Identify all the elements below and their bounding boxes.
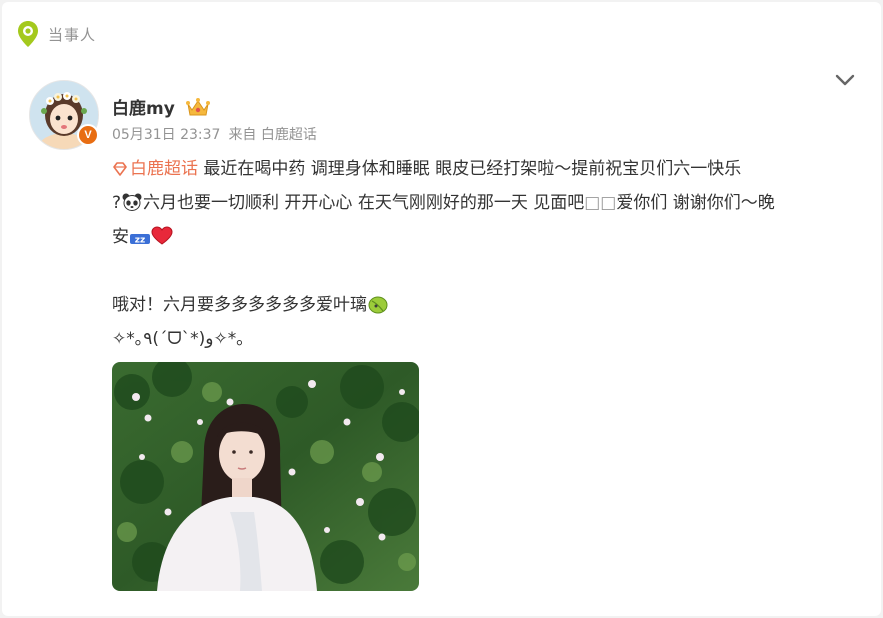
sleeping-zzz-icon: zz bbox=[130, 234, 150, 246]
content-line-2: ? 六月也要一切顺利 开开心心 在天气刚刚好的那一天 见面吧□□爱你们 谢谢你们～… bbox=[112, 186, 860, 220]
post-timestamp[interactable]: 05月31日 23:37 bbox=[112, 127, 220, 143]
content-line-1: 白鹿超话 最近在喝中药 调理身体和睡眠 眼皮已经打架啦～提前祝宝贝们六一快乐 bbox=[112, 152, 860, 186]
username-row: 白鹿my bbox=[112, 94, 211, 119]
line5-text: 哦对！六月要多多多多多多爱叶璃 bbox=[112, 295, 367, 315]
post-content: 白鹿超话 最近在喝中药 调理身体和睡眠 眼皮已经打架啦～提前祝宝贝们六一快乐 ?… bbox=[112, 152, 860, 356]
line2-text: 六月也要一切顺利 开开心心 在天气刚刚好的那一天 见面吧 bbox=[143, 193, 585, 213]
content-line-3: 安 zz bbox=[112, 220, 860, 254]
line2-missing-glyphs: □□ bbox=[584, 193, 617, 213]
diamond-topic-icon bbox=[113, 162, 127, 176]
svg-text:zz: zz bbox=[135, 236, 145, 246]
topic-link[interactable]: 白鹿超话 bbox=[112, 159, 198, 179]
crown-vip-icon[interactable] bbox=[185, 96, 211, 118]
line2-suffix: 爱你们 谢谢你们～晚 bbox=[616, 193, 775, 213]
content-line-5: 哦对！六月要多多多多多多爱叶璃 bbox=[112, 288, 860, 322]
location-pin-icon bbox=[18, 21, 38, 47]
line6-text: ✧*｡٩(ˊᗜˋ*)و✧*｡ bbox=[112, 329, 245, 349]
line2-prefix: ? bbox=[112, 193, 122, 213]
chevron-down-icon[interactable] bbox=[834, 72, 856, 88]
red-heart-icon bbox=[151, 226, 173, 245]
username[interactable]: 白鹿my bbox=[112, 94, 175, 119]
lime-leaf-icon bbox=[368, 296, 388, 314]
post-header: 当事人 bbox=[16, 19, 96, 49]
line3-text: 安 bbox=[112, 227, 129, 247]
weibo-post-card: 当事人 V 白鹿my 05月31日 23:37 来自 白鹿超话 白鹿超话 最近在… bbox=[2, 2, 881, 616]
content-line-6: ✧*｡٩(ˊᗜˋ*)و✧*｡ bbox=[112, 322, 860, 356]
photo-image bbox=[112, 362, 419, 591]
post-meta: 05月31日 23:37 来自 白鹿超话 bbox=[112, 124, 317, 144]
post-photo[interactable] bbox=[112, 362, 419, 591]
topic-label: 白鹿超话 bbox=[130, 159, 198, 179]
content-blank-line bbox=[112, 254, 860, 288]
line1-text: 最近在喝中药 调理身体和睡眠 眼皮已经打架啦～提前祝宝贝们六一快乐 bbox=[198, 159, 742, 179]
avatar[interactable]: V bbox=[29, 80, 99, 150]
header-label: 当事人 bbox=[48, 25, 97, 44]
post-source: 来自 白鹿超话 bbox=[228, 127, 317, 143]
verified-v-icon: V bbox=[77, 124, 99, 146]
panda-face-icon bbox=[122, 193, 142, 211]
